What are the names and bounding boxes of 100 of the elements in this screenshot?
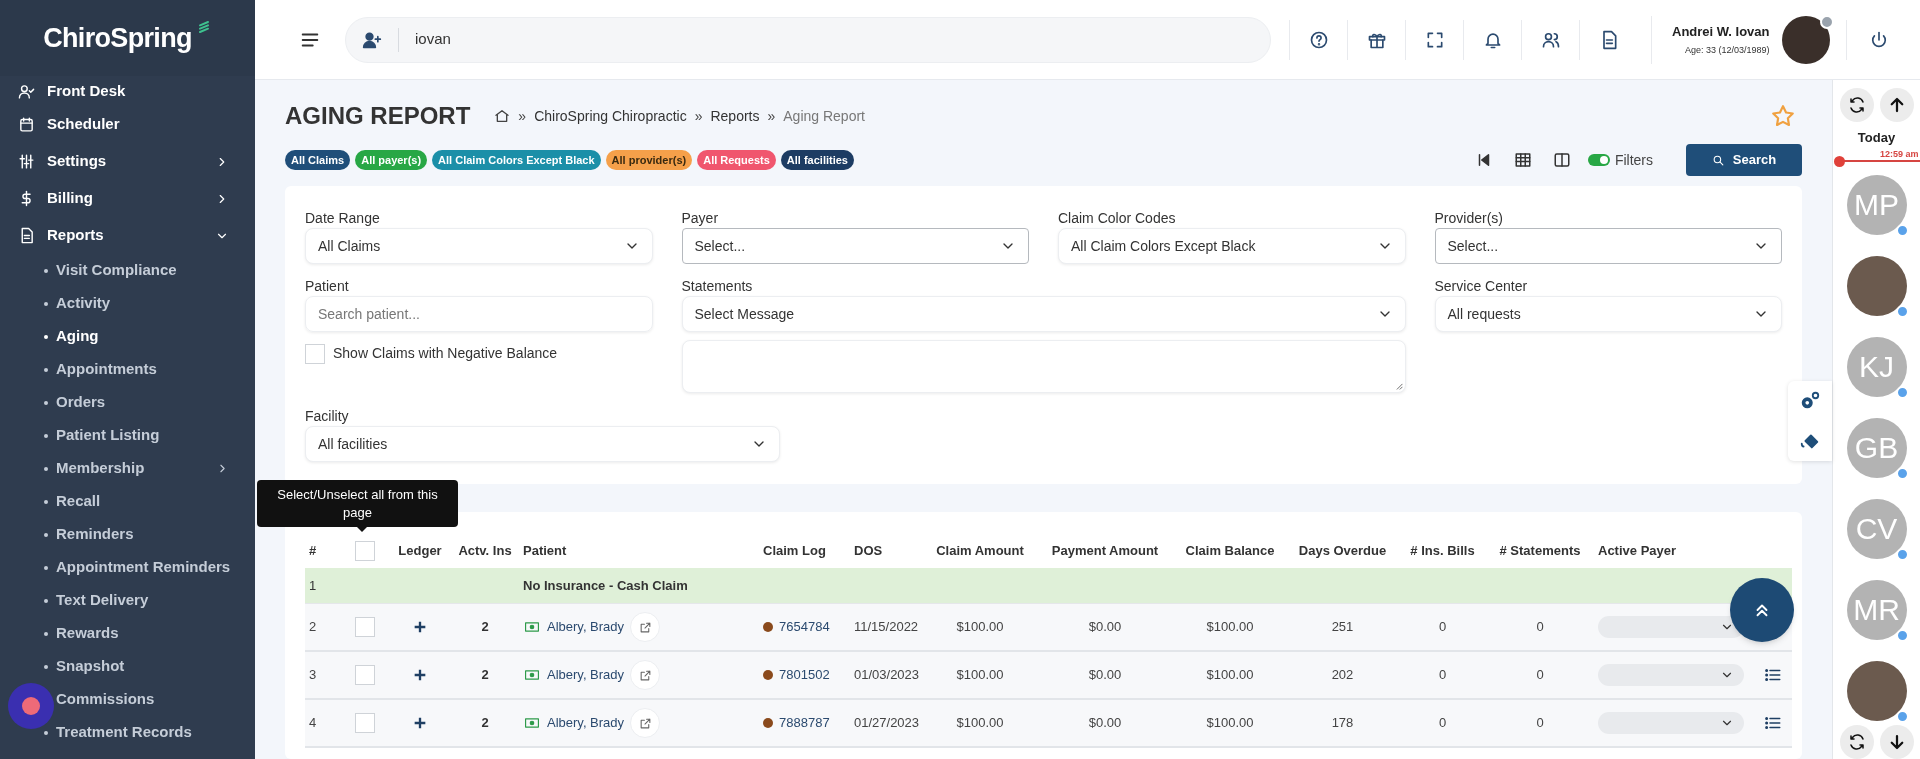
search-field[interactable]: iovan <box>345 16 1271 63</box>
table-cell-text: $0.00 <box>1088 714 1122 733</box>
table-icon[interactable] <box>1513 151 1532 169</box>
column-header[interactable]: # <box>309 541 317 561</box>
table-cell-text: 0 <box>1536 666 1544 685</box>
column-header[interactable]: Days Overdue <box>1298 541 1387 561</box>
list-icon[interactable] <box>1763 714 1782 732</box>
row-checkbox[interactable] <box>355 665 375 685</box>
table-cell-text: $100.00 <box>956 714 1004 733</box>
star-icon[interactable] <box>1770 103 1796 129</box>
logo: ChiroSpring <box>43 21 192 55</box>
search-input[interactable]: iovan <box>415 28 1254 51</box>
sidebar-subitem[interactable]: Appointment Reminders <box>0 551 255 584</box>
sidebar-subitem[interactable]: Reminders <box>0 518 255 551</box>
sidebar-subitem[interactable]: Treatment Records <box>0 716 255 749</box>
patient-link[interactable]: Albery, Brady <box>547 713 625 733</box>
table-cell-text: 251 <box>1331 618 1354 637</box>
field-label: Date Range <box>305 209 381 225</box>
power-icon[interactable] <box>1869 29 1889 50</box>
external-link-icon <box>638 668 652 682</box>
search-patient-field[interactable]: Search patient... <box>305 296 653 332</box>
column-header[interactable]: Active Payer <box>1598 541 1677 561</box>
columns-icon[interactable] <box>1552 151 1571 169</box>
sidebar-subitem[interactable]: Text Delivery <box>0 584 255 617</box>
refresh-button[interactable] <box>1839 88 1874 122</box>
column-header[interactable]: Claim Log <box>763 541 826 561</box>
arrow-up-button[interactable] <box>1879 88 1914 122</box>
column-header[interactable]: Claim Amount <box>936 541 1024 561</box>
plus-icon[interactable] <box>412 715 428 731</box>
sidebar-item[interactable]: Reports <box>0 217 255 254</box>
open-link-button[interactable] <box>630 612 661 642</box>
table-cell-text: 01/03/2023 <box>854 666 920 685</box>
sidebar-subitem[interactable]: Visit Compliance <box>0 254 255 287</box>
sidebar-subitem[interactable]: Membership <box>0 452 255 485</box>
toggle-switch[interactable] <box>1587 154 1610 166</box>
patient-link[interactable]: Albery, Brady <box>547 665 625 685</box>
sidebar-subitem[interactable]: Orders <box>0 386 255 419</box>
checkbox[interactable] <box>305 343 325 364</box>
field-label: Provider(s) <box>1434 209 1504 225</box>
dropdown[interactable]: All facilities <box>305 426 780 462</box>
open-link-button[interactable] <box>630 708 661 738</box>
dropdown[interactable]: All Claims <box>305 228 653 264</box>
toggle-label: Filters <box>1614 150 1653 170</box>
column-header[interactable]: Actv. Ins <box>458 541 512 561</box>
sidebar-subitem[interactable]: Snapshot <box>0 650 255 683</box>
row-checkbox[interactable] <box>355 713 375 733</box>
sidebar-subitem[interactable]: Patient Listing <box>0 419 255 452</box>
select-all-checkbox[interactable] <box>355 541 375 561</box>
sidebar-item[interactable]: Front Desk <box>0 76 255 106</box>
dropdown[interactable]: All requests <box>1434 296 1782 332</box>
column-header[interactable]: Patient <box>523 541 567 561</box>
table-cell-text: 11/15/2022 <box>854 618 919 637</box>
home-icon[interactable] <box>494 108 511 124</box>
sidebar-item[interactable]: Settings <box>0 143 255 180</box>
claim-log-link[interactable]: 7888787 <box>779 713 830 733</box>
open-link-button[interactable] <box>630 660 661 690</box>
claim-log-link[interactable]: 7801502 <box>779 665 830 685</box>
tooltip: Select/Unselect all from this page <box>257 480 458 527</box>
row-number: 4 <box>309 714 317 733</box>
table-cell-text: $100.00 <box>956 618 1004 637</box>
column-header[interactable]: Payment Amount <box>1051 541 1159 561</box>
table-cell-text: $100.00 <box>1206 714 1254 733</box>
breadcrumb-link[interactable]: Reports <box>710 105 760 127</box>
sidebar-subitem[interactable]: Appointments <box>0 353 255 386</box>
plus-icon[interactable] <box>412 619 428 635</box>
cash-icon <box>523 668 541 682</box>
column-header[interactable]: Claim Balance <box>1185 541 1275 561</box>
refresh-button[interactable] <box>1839 724 1874 759</box>
claim-log-link[interactable]: 7654784 <box>779 617 830 637</box>
sidebar-subitem[interactable]: Activity <box>0 287 255 320</box>
cash-icon <box>523 716 541 730</box>
dropdown[interactable]: Select Message <box>681 296 1406 332</box>
table-cell-text: 0 <box>1438 618 1447 637</box>
sidebar-subitem[interactable]: Rewards <box>0 617 255 650</box>
sidebar-subitem[interactable]: Recall <box>0 485 255 518</box>
page-title: AGING REPORT <box>285 101 471 131</box>
help-icon[interactable] <box>1308 29 1329 50</box>
table-cell-text: 0 <box>1536 714 1544 733</box>
list-icon[interactable] <box>1763 666 1782 684</box>
user-avatar[interactable] <box>1781 15 1830 64</box>
table-cell-text: 178 <box>1331 714 1354 733</box>
plus-icon[interactable] <box>412 667 428 683</box>
cash-icon <box>523 620 541 634</box>
column-header[interactable]: DOS <box>854 541 883 561</box>
breadcrumb-link[interactable]: ChiroSpring Chiropractic <box>534 105 687 127</box>
table-cell-text: 0 <box>1438 666 1447 685</box>
sidebar-item[interactable]: Scheduler <box>0 106 255 143</box>
column-header[interactable]: # Statements <box>1499 541 1581 561</box>
row-checkbox[interactable] <box>355 617 375 637</box>
dropdown[interactable]: All Claim Colors Except Black <box>1058 228 1406 264</box>
dropdown[interactable]: Select... <box>1434 228 1782 264</box>
field-label: Payer <box>681 209 720 225</box>
search-button[interactable]: Search <box>1686 144 1802 176</box>
column-header[interactable]: Ledger <box>398 541 442 561</box>
column-header[interactable]: # Ins. Bills <box>1410 541 1475 561</box>
sidebar-subitem[interactable]: Aging <box>0 320 255 353</box>
arrow-down-button[interactable] <box>1879 724 1914 759</box>
dropdown[interactable]: Select... <box>681 228 1029 264</box>
patient-link[interactable]: Albery, Brady <box>547 617 625 637</box>
sidebar-item[interactable]: Billing <box>0 180 255 217</box>
